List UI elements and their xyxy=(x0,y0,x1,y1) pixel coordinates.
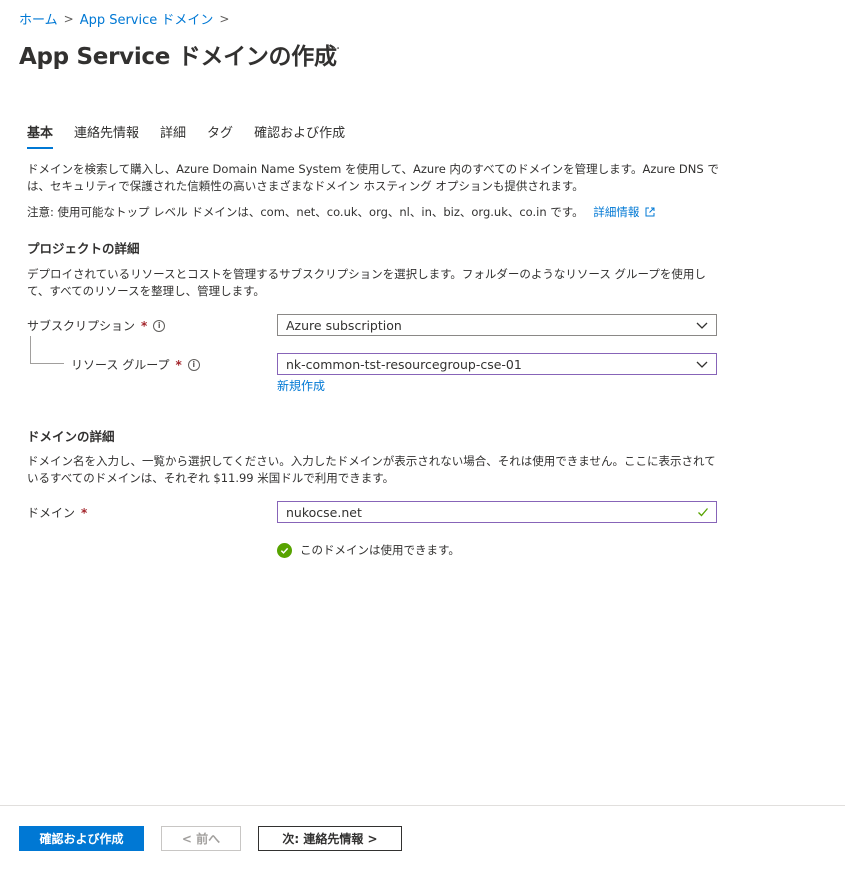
subscription-label-text: サブスクリプション xyxy=(27,319,136,333)
breadcrumb-app-service-domain[interactable]: App Service ドメイン xyxy=(80,9,214,28)
create-new-resource-group-link[interactable]: 新規作成 xyxy=(277,377,325,394)
tab-advanced[interactable]: 詳細 xyxy=(160,122,186,147)
more-options-icon[interactable]: ··· xyxy=(327,41,340,57)
subscription-label: サブスクリプション * i xyxy=(27,317,166,334)
footer-divider xyxy=(0,805,845,806)
chevron-down-icon xyxy=(696,322,708,329)
tab-bar: 基本 連絡先情報 詳細 タグ 確認および作成 xyxy=(27,122,366,149)
info-icon[interactable]: i xyxy=(187,358,200,371)
external-link-icon xyxy=(645,207,655,217)
chevron-right-icon: > xyxy=(63,11,74,26)
breadcrumb: ホーム > App Service ドメイン > xyxy=(19,9,230,29)
domain-details-title: ドメインの詳細 xyxy=(27,429,115,444)
review-create-button[interactable]: 確認および作成 xyxy=(19,826,144,851)
resource-group-label: リソース グループ * i xyxy=(71,356,200,373)
tree-connector-horizontal xyxy=(30,363,64,364)
next-contact-info-button[interactable]: 次: 連絡先情報 > xyxy=(258,826,402,851)
learn-more-label: 詳細情報 xyxy=(593,205,640,219)
subscription-dropdown[interactable]: Azure subscription xyxy=(277,314,717,336)
domain-input[interactable]: nukocse.net xyxy=(277,501,717,523)
breadcrumb-home[interactable]: ホーム xyxy=(19,9,58,28)
domain-label-text: ドメイン xyxy=(27,506,76,520)
learn-more-link[interactable]: 詳細情報 xyxy=(593,205,655,219)
checkmark-icon xyxy=(698,508,708,517)
tab-contact-info[interactable]: 連絡先情報 xyxy=(74,122,139,147)
chevron-down-icon xyxy=(696,361,708,368)
info-icon[interactable]: i xyxy=(153,319,166,332)
tab-tags[interactable]: タグ xyxy=(207,122,233,147)
resource-group-label-text: リソース グループ xyxy=(71,358,170,372)
intro-description: ドメインを検索して購入し、Azure Domain Name System を使… xyxy=(27,162,719,193)
resource-group-value: nk-common-tst-resourcegroup-cse-01 xyxy=(286,356,522,372)
app-service-domain-create-page: ホーム > App Service ドメイン > App Service ドメイ… xyxy=(0,0,845,870)
previous-button[interactable]: < 前へ xyxy=(161,826,241,851)
subscription-value: Azure subscription xyxy=(286,317,402,333)
chevron-right-icon: > xyxy=(219,11,230,26)
domain-input-value: nukocse.net xyxy=(286,504,362,520)
page-title: App Service ドメインの作成 xyxy=(19,44,337,70)
domain-status-text: このドメインは使用できます。 xyxy=(300,543,460,557)
tld-note: 注意: 使用可能なトップ レベル ドメインは、com、net、co.uk、org… xyxy=(27,204,727,221)
project-details-title: プロジェクトの詳細 xyxy=(27,241,140,256)
tld-note-text: 注意: 使用可能なトップ レベル ドメインは、com、net、co.uk、org… xyxy=(27,205,584,219)
required-marker: * xyxy=(81,505,88,520)
domain-description: ドメイン名を入力し、一覧から選択してください。入力したドメインが表示されない場合… xyxy=(27,454,716,485)
project-description: デプロイされているリソースとコストを管理するサブスクリプションを選択します。フォ… xyxy=(27,267,706,298)
tree-connector-vertical xyxy=(30,336,31,364)
required-marker: * xyxy=(141,318,148,333)
resource-group-dropdown[interactable]: nk-common-tst-resourcegroup-cse-01 xyxy=(277,353,717,375)
domain-availability-status: このドメインは使用できます。 xyxy=(277,542,460,558)
success-check-icon xyxy=(277,542,292,558)
required-marker: * xyxy=(175,357,182,372)
tab-review-create[interactable]: 確認および作成 xyxy=(254,122,345,147)
domain-label: ドメイン * xyxy=(27,504,87,521)
tab-basics[interactable]: 基本 xyxy=(27,122,54,149)
